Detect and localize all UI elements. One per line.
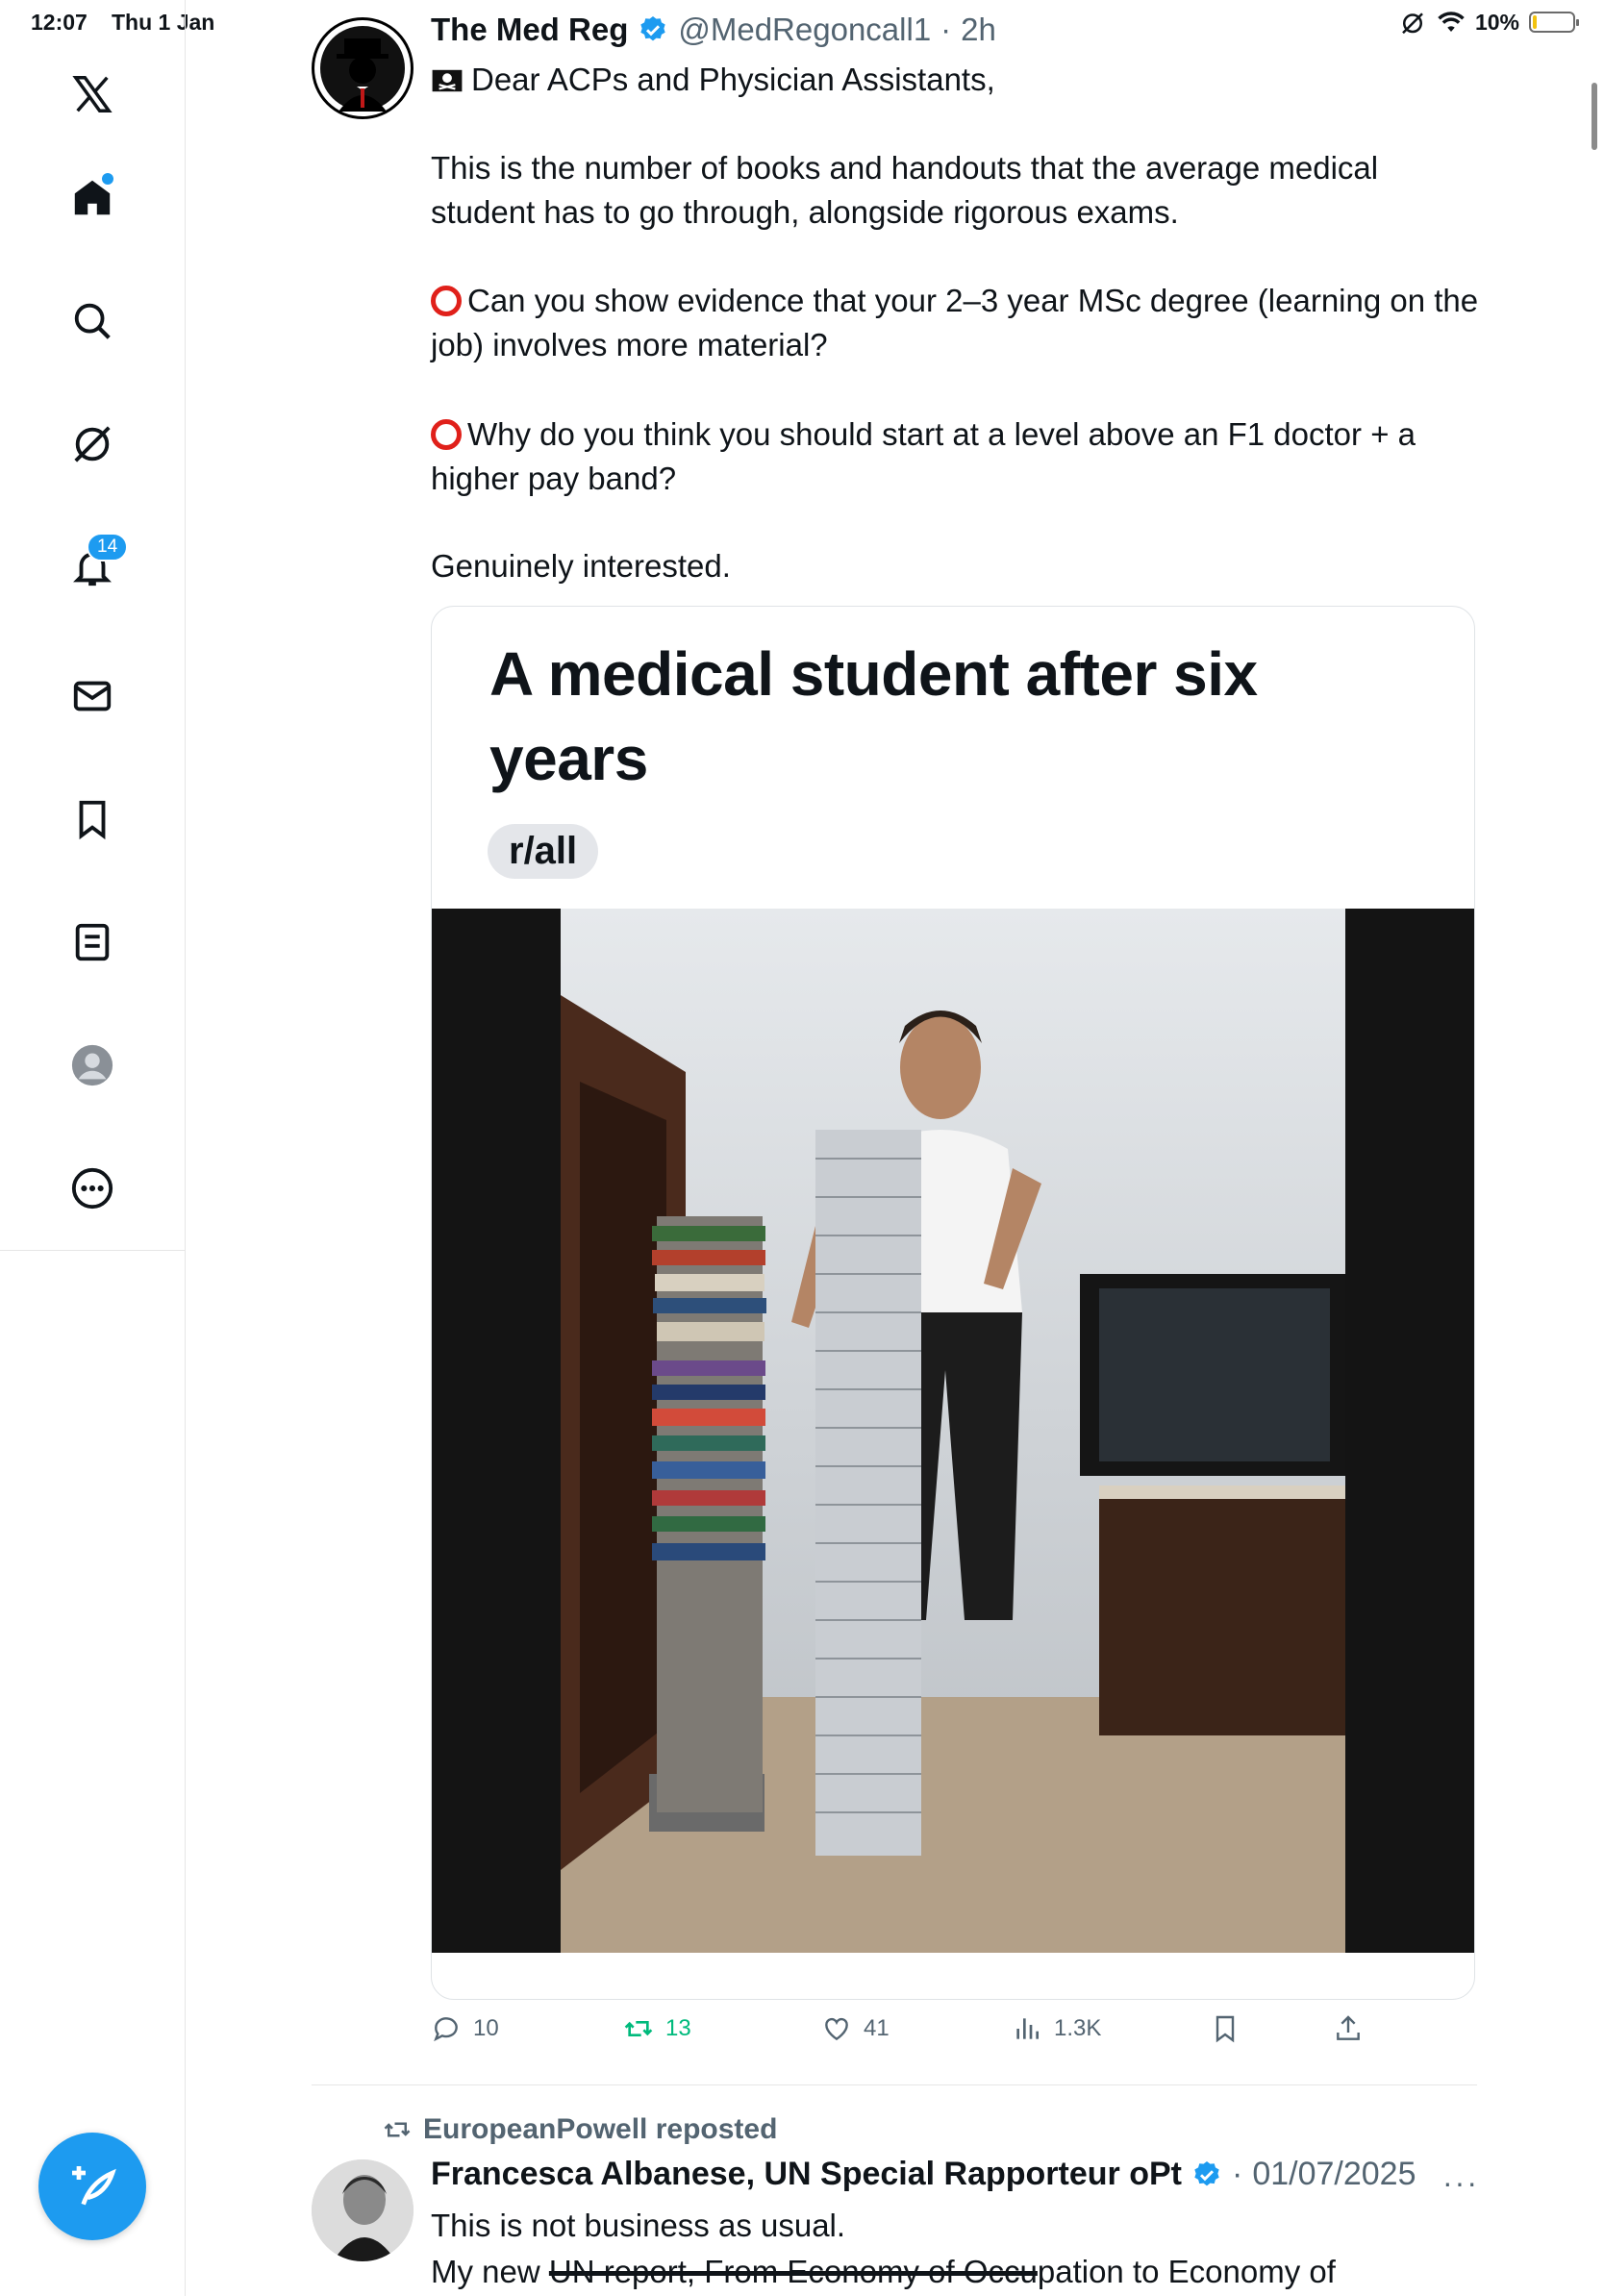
bookmarks-icon[interactable] — [60, 786, 125, 852]
like-count: 41 — [864, 2015, 890, 2041]
profile-avatar-icon[interactable] — [60, 1033, 125, 1098]
tweet2-header: Francesca Albanese, UN Special Rapporteu… — [431, 2156, 1416, 2193]
reply-button[interactable]: 10 — [431, 2013, 499, 2044]
home-icon[interactable] — [60, 165, 125, 231]
notifications-bell-icon[interactable]: 14 — [60, 533, 129, 600]
share-button[interactable] — [1333, 2013, 1364, 2044]
post-photo[interactable] — [432, 909, 1474, 1953]
views-count: 1.3K — [1054, 2015, 1102, 2041]
messages-icon[interactable] — [60, 663, 125, 729]
battery-text: 10% — [1474, 9, 1519, 35]
tweet2-line-1: This is not business as usual. — [431, 2208, 846, 2243]
search-icon[interactable] — [60, 288, 125, 354]
share-icon — [1337, 2015, 1360, 2040]
tweet-line-1: Dear ACPs and Physician Assistants, — [431, 58, 1489, 102]
battery-level — [1533, 15, 1537, 29]
post2-time[interactable]: 01/07/2025 — [1252, 2156, 1416, 2193]
author-name[interactable]: The Med Reg — [431, 12, 628, 48]
author-handle[interactable]: @MedRegoncall1 — [678, 12, 931, 48]
question-2-text: Why do you think you should start at a l… — [431, 416, 1416, 496]
grok-icon[interactable] — [60, 412, 125, 477]
more-options-icon[interactable] — [60, 1156, 125, 1221]
no-signal-icon — [1402, 12, 1423, 35]
bookmark-icon — [1216, 2015, 1235, 2043]
question-1-text: Can you show evidence that your 2–3 year… — [431, 283, 1479, 362]
line2-suffix: pation to Economy of — [1037, 2254, 1336, 2289]
sidebar: 14 — [0, 0, 186, 1250]
media-card[interactable]: A medical student after six years r/all — [431, 606, 1475, 2000]
tweet-header: The Med Reg @MedRegoncall1 · 2h — [431, 12, 996, 48]
sidebar-divider — [0, 1250, 185, 1251]
column-divider — [185, 1250, 186, 2296]
line2-prefix: My new — [431, 2254, 549, 2289]
tweet2-line-2: My new UN report, From Economy of Occupa… — [431, 2250, 1489, 2294]
wifi-icon — [1438, 12, 1465, 32]
compose-feather-icon — [72, 2166, 116, 2206]
verified-badge-icon — [640, 16, 666, 41]
dot-separator: · — [1232, 2156, 1243, 2192]
author2-name[interactable]: Francesca Albanese, UN Special Rapporteu… — [431, 2156, 1182, 2193]
author2-avatar[interactable] — [312, 2159, 414, 2261]
greeting-text: Dear ACPs and Physician Assistants, — [471, 62, 995, 97]
scrollbar-thumb[interactable] — [1591, 83, 1597, 150]
red-circle-icon — [431, 286, 462, 316]
repost-icon — [384, 2122, 411, 2137]
line2-struck: UN report, From Economy of Occu — [548, 2254, 1038, 2289]
card-title: A medical student after six years — [489, 639, 1258, 793]
pirate-flag-icon — [432, 69, 463, 92]
tweet-actions: 10 13 41 1.3K — [431, 2013, 1392, 2059]
repost-button[interactable]: 13 — [623, 2013, 691, 2044]
lists-icon[interactable] — [60, 910, 125, 975]
tweet-separator — [312, 2084, 1477, 2085]
like-button[interactable]: 41 — [821, 2013, 890, 2044]
notification-count-badge: 14 — [87, 533, 129, 562]
photo-scene — [561, 909, 1345, 1953]
home-unread-dot — [102, 173, 113, 185]
views-button[interactable]: 1.3K — [1012, 2013, 1101, 2044]
heart-icon — [825, 2017, 848, 2041]
dot-separator: · — [940, 12, 952, 47]
repost-attribution[interactable]: EuropeanPowell reposted — [383, 2113, 777, 2146]
subreddit-chip: r/all — [488, 824, 599, 879]
tweet-paragraph-4: Genuinely interested. — [431, 548, 731, 584]
tweet-paragraph-1: This is the number of books and handouts… — [431, 150, 1379, 230]
verified-badge-icon — [1194, 2160, 1219, 2185]
bookmark-button[interactable] — [1210, 2013, 1241, 2044]
views-chart-icon — [1016, 2018, 1039, 2039]
battery-icon — [1529, 12, 1579, 33]
red-circle-icon — [431, 419, 462, 450]
author-avatar[interactable] — [312, 17, 414, 119]
repost-icon — [624, 2021, 653, 2036]
status-indicators: 10% — [1398, 8, 1579, 37]
x-logo-icon[interactable] — [60, 62, 125, 127]
reposted-by-text: EuropeanPowell reposted — [423, 2113, 778, 2145]
tweet-paragraph-3: Why do you think you should start at a l… — [431, 412, 1489, 501]
post-time[interactable]: 2h — [961, 12, 996, 48]
compose-post-button[interactable] — [38, 2133, 146, 2240]
tweet-paragraph-2: Can you show evidence that your 2–3 year… — [431, 279, 1489, 367]
reply-icon — [434, 2017, 458, 2042]
tweet2-more-icon[interactable]: ··· — [1442, 2165, 1479, 2201]
reply-count: 10 — [473, 2015, 499, 2041]
repost-count: 13 — [665, 2015, 691, 2041]
